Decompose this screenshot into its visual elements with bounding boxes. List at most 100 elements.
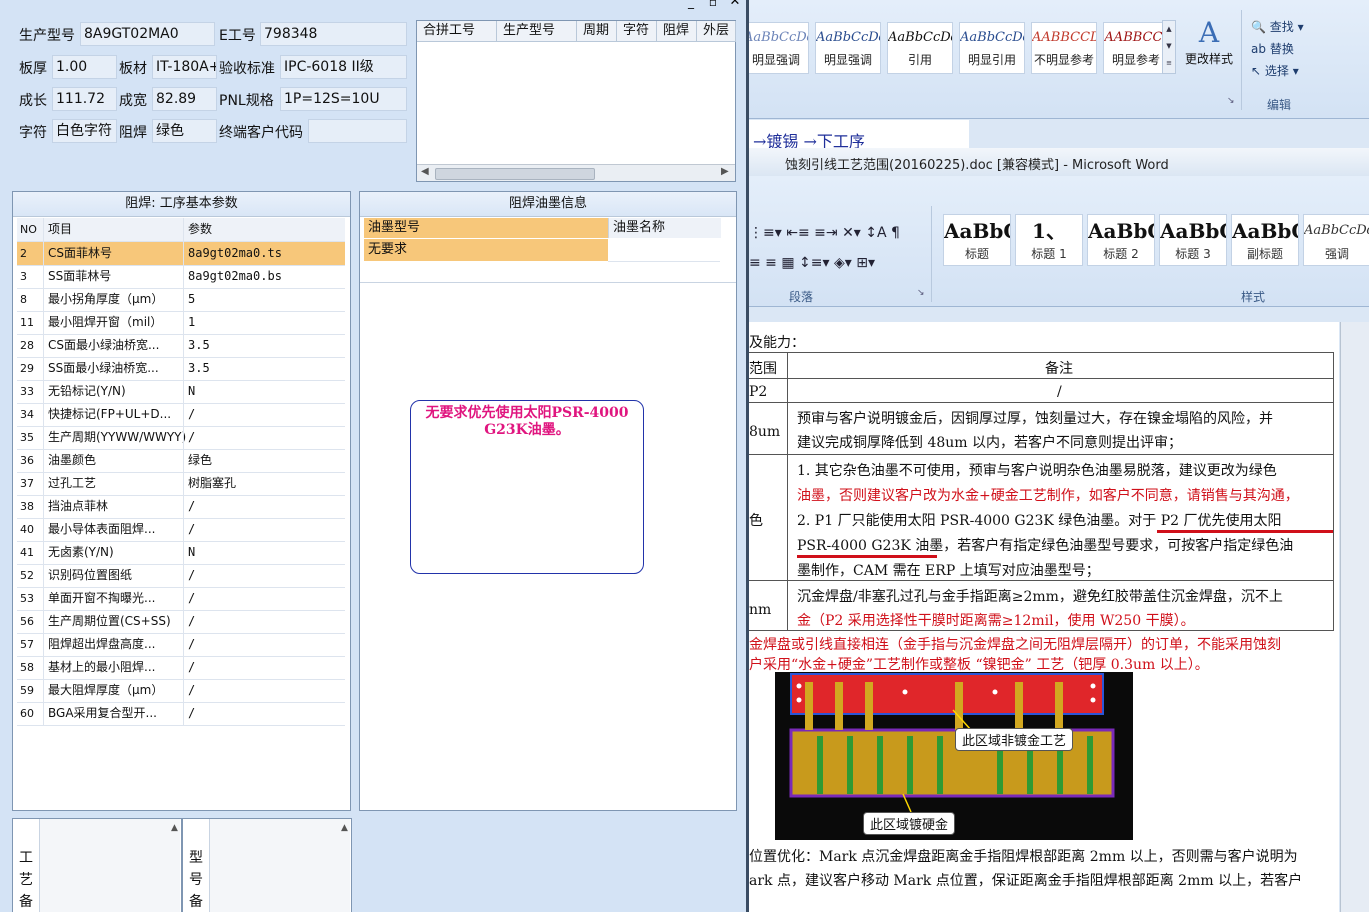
table-row[interactable]: 3 SS面菲林号 8a9gt02ma0.bs xyxy=(17,265,345,289)
ink-name-header[interactable]: 油墨名称 xyxy=(608,218,721,238)
width-field[interactable]: 82.89 xyxy=(152,87,217,111)
table-row[interactable]: 35 生产周期(YYWW/WWYY) / xyxy=(17,426,345,450)
table-row[interactable]: 53 单面开窗不掏曝光... / xyxy=(17,587,345,611)
doc-row4-left: nm xyxy=(749,602,772,618)
change-styles-label: 更改样式 xyxy=(1184,52,1233,66)
eno-field[interactable]: 798348 xyxy=(260,22,407,46)
col-header[interactable]: 合拼工号 xyxy=(417,21,497,42)
style-button[interactable]: AaBbCcDd 引用 xyxy=(887,22,953,74)
col-header[interactable]: 周期 xyxy=(577,21,617,42)
table-row[interactable]: 57 阻焊超出焊盘高度... / xyxy=(17,633,345,657)
style-button[interactable]: AaBbCcDd 明显引用 xyxy=(959,22,1025,74)
row-item: 过孔工艺 xyxy=(43,472,188,495)
mask-field[interactable]: 绿色 xyxy=(152,119,217,143)
border-icon[interactable]: ⊞▾ xyxy=(856,255,875,271)
minimize-button[interactable]: _ xyxy=(680,0,702,10)
col-item[interactable]: 项目 xyxy=(43,218,188,241)
customer-field[interactable] xyxy=(308,119,407,143)
row-param: 树脂塞孔 xyxy=(183,472,338,495)
scroll-thumb[interactable] xyxy=(435,168,595,180)
table-row[interactable]: 60 BGA采用复合型开... / xyxy=(17,702,345,726)
doc-vertical-scrollbar[interactable] xyxy=(1340,322,1369,912)
col-no[interactable]: NO xyxy=(17,218,42,241)
document-page[interactable]: 及能力： 范围 备注 P2 / 8um 预审与客户说明镀金后，因铜厚过厚，蚀刻量… xyxy=(749,322,1339,912)
heading-style-button[interactable]: AaBbCcDd 强调 xyxy=(1303,214,1369,266)
heading-style-button[interactable]: AaBbC 副标题 xyxy=(1231,214,1299,266)
length-label: 成长 xyxy=(19,93,47,109)
style-button[interactable]: AaBbCcDd 明显强调 xyxy=(815,22,881,74)
style-gallery-scroll[interactable]: ▲ ▼ ≡ xyxy=(1162,20,1176,74)
outdent-icon[interactable]: ⇤≡ xyxy=(786,225,814,241)
col-header[interactable]: 字符 xyxy=(617,21,657,42)
style-button[interactable]: AABBCCDD 不明显参考 xyxy=(1031,22,1097,74)
heading-style-button[interactable]: AaBbC 标题 xyxy=(943,214,1011,266)
model-field[interactable]: 8A9GT02MA0 xyxy=(80,22,215,46)
material-field[interactable]: IT-180A+ xyxy=(152,55,217,79)
style-preview: 1、 xyxy=(1032,219,1066,243)
heading-style-button[interactable]: 1、 标题 1 xyxy=(1015,214,1083,266)
model-note-panel[interactable]: 型号备注 ▲ xyxy=(182,818,352,912)
thickness-field[interactable]: 1.00 xyxy=(52,55,117,79)
col-header[interactable]: 阻焊 xyxy=(657,21,697,42)
row-param: / xyxy=(183,426,338,449)
table-row[interactable]: 36 油墨颜色 绿色 xyxy=(17,449,345,473)
style-button[interactable]: AaBbCcDd 明显强调 xyxy=(749,22,809,74)
process-note-panel[interactable]: 工艺备注 ▲ xyxy=(12,818,182,912)
ink-row-name[interactable] xyxy=(608,239,720,262)
char-field[interactable]: 白色字符 xyxy=(52,119,117,143)
merge-table[interactable]: 合拼工号 生产型号 周期 字符 阻焊 外层 ◀ ▶ xyxy=(416,20,736,182)
table-row[interactable]: 28 CS面最小绿油桥宽... 3.5 xyxy=(17,334,345,358)
find-button[interactable]: 🔍 查找 ▾ xyxy=(1251,16,1304,38)
dialog-launcher-icon[interactable]: ↘ xyxy=(917,288,925,298)
standard-field[interactable]: IPC-6018 II级 xyxy=(280,55,407,79)
style-button[interactable]: AABBCCI 明显参考 xyxy=(1103,22,1169,74)
close-button[interactable]: ✕ xyxy=(724,0,746,10)
restore-button[interactable]: ▫ xyxy=(702,0,724,10)
list-icon[interactable]: ⋮≡▾ xyxy=(749,225,786,241)
col-header[interactable]: 外层 xyxy=(697,21,736,42)
ink-model-header[interactable]: 油墨型号 xyxy=(364,218,608,238)
row-no: 8 xyxy=(20,293,27,306)
table-row[interactable]: 38 挡油点菲林 / xyxy=(17,495,345,519)
scroll-right-icon[interactable]: ▶ xyxy=(721,166,729,177)
replace-button[interactable]: ab 替换 xyxy=(1251,38,1304,60)
line-spacing-icon[interactable]: ↕≡▾ xyxy=(799,255,834,271)
show-marks-icon[interactable]: ¶ xyxy=(891,225,900,241)
sort-icon[interactable]: ↕A xyxy=(865,225,891,241)
table-row[interactable]: 58 基材上的最小阻焊... / xyxy=(17,656,345,680)
table-row[interactable]: 34 快捷标记(FP+UL+D... / xyxy=(17,403,345,427)
model-note-text[interactable] xyxy=(209,819,350,912)
asian-layout-icon[interactable]: ✕▾ xyxy=(842,225,865,241)
ink-row-model[interactable]: 无要求 xyxy=(364,239,608,261)
table-row[interactable]: 11 最小阻焊开窗（mil） 1 xyxy=(17,311,345,335)
table-row[interactable]: 33 无铅标记(Y/N) N xyxy=(17,380,345,404)
table-row[interactable]: 29 SS面最小绿油桥宽... 3.5 xyxy=(17,357,345,381)
heading-style-button[interactable]: AaBbC 标题 3 xyxy=(1159,214,1227,266)
col-header[interactable]: 生产型号 xyxy=(497,21,577,42)
length-field[interactable]: 111.72 xyxy=(52,87,117,111)
row-item: 快捷标记(FP+UL+D... xyxy=(43,403,188,426)
table-row[interactable]: 41 无卤素(Y/N) N xyxy=(17,541,345,565)
align-icon[interactable]: ≡ ≡ ▦ xyxy=(749,255,799,271)
table-row[interactable]: 56 生产周期位置(CS+SS) / xyxy=(17,610,345,634)
select-button[interactable]: ↖ 选择 ▾ xyxy=(1251,60,1304,82)
horizontal-scrollbar[interactable]: ◀ ▶ xyxy=(417,164,735,181)
pnl-field[interactable]: 1P=12S=10U xyxy=(280,87,407,111)
scroll-up-icon[interactable]: ▲ xyxy=(341,823,348,833)
doc-red-para: 户采用“水金+硬金”工艺制作或整板 “镍钯金” 工艺（钯厚 0.3um 以上）。 xyxy=(749,657,1209,673)
table-row[interactable]: 37 过孔工艺 树脂塞孔 xyxy=(17,472,345,496)
process-note-text[interactable] xyxy=(39,819,180,912)
scroll-up-icon[interactable]: ▲ xyxy=(171,823,178,833)
table-row[interactable]: 2 CS面菲林号 8a9gt02ma0.ts xyxy=(17,242,345,266)
heading-style-button[interactable]: AaBbC 标题 2 xyxy=(1087,214,1155,266)
table-row[interactable]: 8 最小拐角厚度（μm） 5 xyxy=(17,288,345,312)
col-param[interactable]: 参数 xyxy=(183,218,338,241)
indent-icon[interactable]: ≡⇥ xyxy=(814,225,842,241)
table-row[interactable]: 52 识别码位置图纸 / xyxy=(17,564,345,588)
table-row[interactable]: 59 最大阻焊厚度（μm） / xyxy=(17,679,345,703)
scroll-left-icon[interactable]: ◀ xyxy=(421,166,429,177)
dialog-launcher-icon[interactable]: ↘ xyxy=(1227,96,1235,106)
change-styles-button[interactable]: A 更改样式 xyxy=(1181,16,1237,67)
shading-icon[interactable]: ◈▾ xyxy=(834,255,856,271)
table-row[interactable]: 40 最小导体表面阻焊... / xyxy=(17,518,345,542)
